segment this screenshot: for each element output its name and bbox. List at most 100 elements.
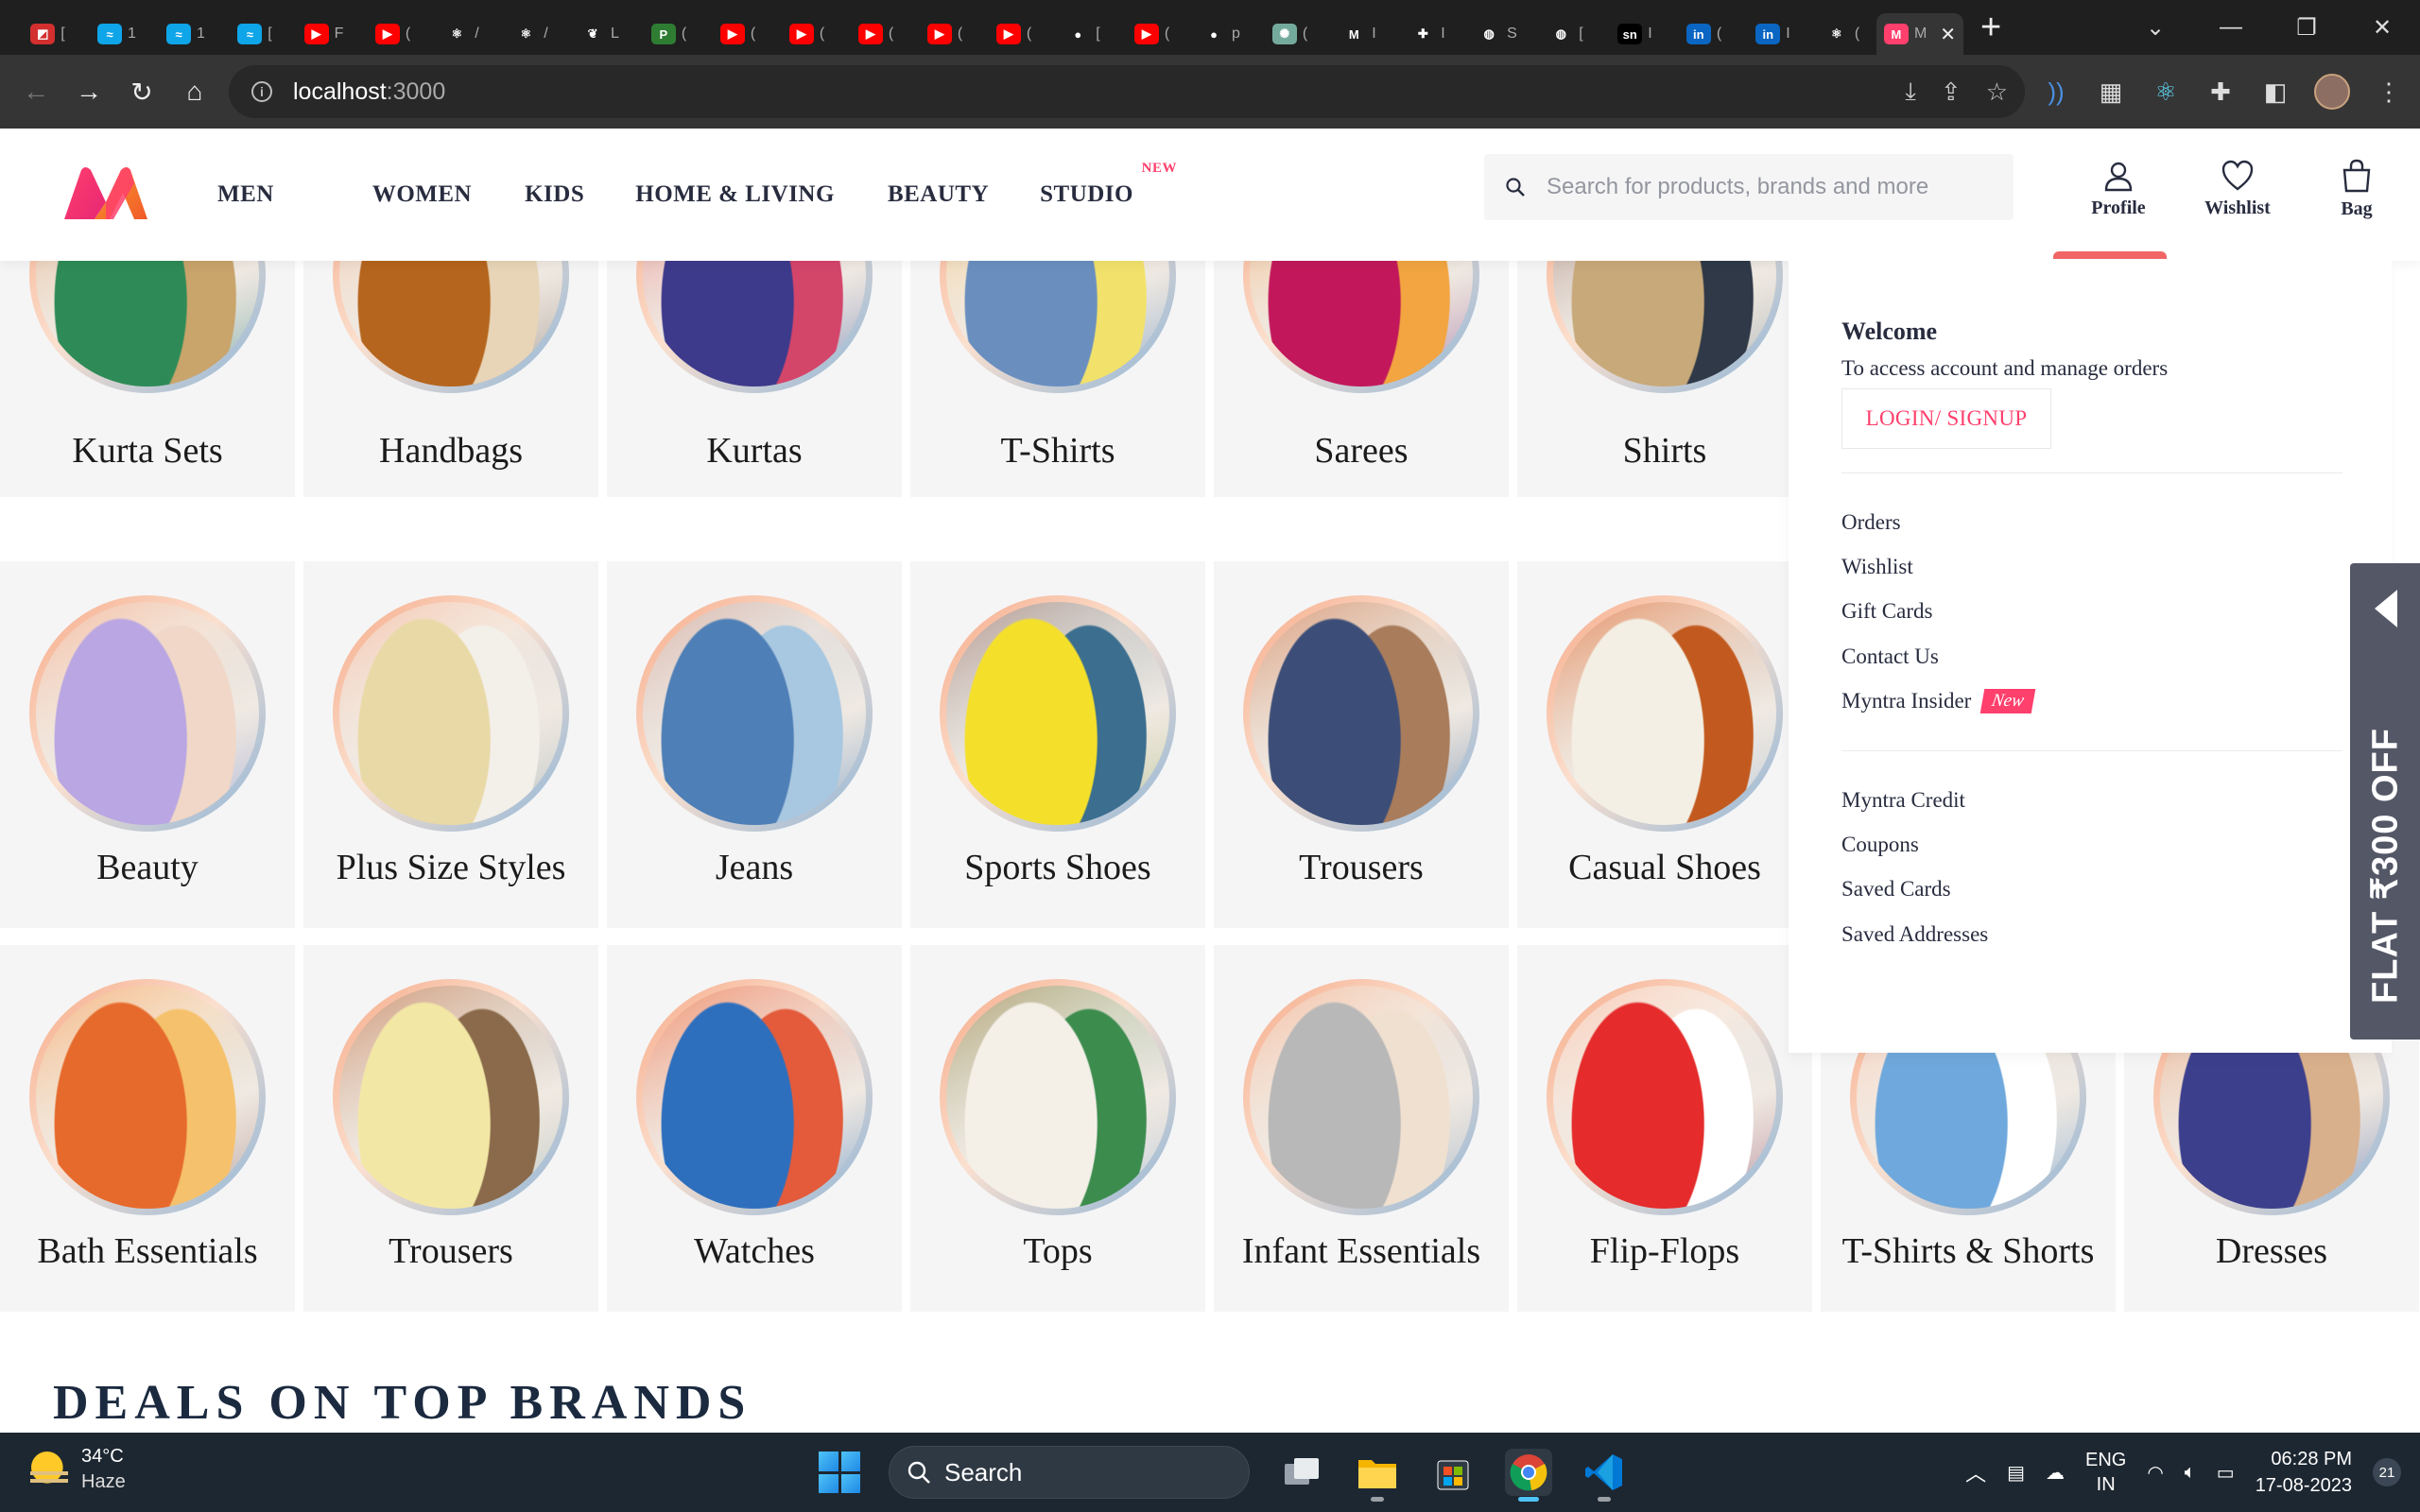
profile-button[interactable]: Profile: [2059, 142, 2178, 236]
category-card[interactable]: Flip-Flops: [1517, 945, 1812, 1312]
reload-button[interactable]: ↻: [115, 77, 168, 108]
volume-icon[interactable]: 🔈︎: [2185, 1462, 2196, 1484]
category-card[interactable]: Plus Size Styles: [303, 561, 598, 928]
notification-count[interactable]: 21: [2373, 1458, 2401, 1486]
browser-tab[interactable]: in I: [1738, 13, 1807, 55]
onedrive-cloud-icon[interactable]: ☁: [2046, 1461, 2065, 1485]
nav-women[interactable]: WOMEN: [372, 181, 472, 208]
close-window-button[interactable]: ✕: [2344, 14, 2420, 42]
category-card[interactable]: Sports Shoes: [910, 561, 1205, 928]
myntra-logo[interactable]: [60, 164, 151, 223]
browser-tab[interactable]: ⚛ /: [427, 13, 496, 55]
browser-tab[interactable]: ≈[: [220, 13, 289, 55]
new-tab-button[interactable]: +: [1980, 9, 2001, 45]
search-bar[interactable]: [1484, 154, 2014, 220]
taskbar-search[interactable]: Search: [889, 1446, 1250, 1499]
menu-item-contact-us[interactable]: Contact Us: [1841, 634, 2033, 679]
category-card[interactable]: Jeans: [607, 561, 902, 928]
share-icon[interactable]: ⇪: [1941, 77, 1962, 107]
browser-tab[interactable]: ▶ F: [289, 13, 358, 55]
home-button[interactable]: ⌂: [168, 77, 221, 107]
nav-studio[interactable]: STUDIO NEW: [1040, 161, 1176, 208]
back-button[interactable]: ←: [9, 77, 62, 107]
side-panel-icon[interactable]: ◧: [2259, 77, 2291, 107]
category-card[interactable]: Bath Essentials: [0, 945, 295, 1312]
vscode-icon[interactable]: [1581, 1449, 1628, 1502]
browser-tab[interactable]: ≈1: [151, 13, 220, 55]
minimize-button[interactable]: —: [2193, 14, 2269, 41]
menu-kebab-icon[interactable]: ⋮: [2373, 77, 2405, 107]
browser-tab[interactable]: ◩[: [13, 13, 82, 55]
menu-item-saved-cards[interactable]: Saved Cards: [1841, 868, 1988, 912]
category-card[interactable]: Watches: [607, 945, 902, 1312]
url-text[interactable]: localhost:3000: [293, 78, 445, 106]
menu-item-wishlist[interactable]: Wishlist: [1841, 544, 2033, 589]
menu-item-saved-addresses[interactable]: Saved Addresses: [1841, 912, 1988, 956]
menu-item-myntra-credit[interactable]: Myntra Credit: [1841, 778, 1988, 822]
browser-tab[interactable]: in (: [1669, 13, 1738, 55]
clock[interactable]: 06:28 PM 17-08-2023: [2256, 1446, 2352, 1499]
read-aloud-extension-icon[interactable]: )): [2040, 77, 2072, 107]
browser-tab[interactable]: ⚛(: [1807, 13, 1876, 55]
restore-button[interactable]: ❐: [2269, 14, 2344, 42]
site-info-icon[interactable]: i: [251, 81, 272, 102]
react-devtools-icon[interactable]: ⚛: [2150, 77, 2182, 107]
browser-tab[interactable]: ▶(: [841, 13, 910, 55]
nav-men[interactable]: MEN: [217, 181, 274, 208]
category-card[interactable]: Tops: [910, 945, 1205, 1312]
microsoft-store-icon[interactable]: [1429, 1449, 1477, 1496]
wishlist-button[interactable]: Wishlist: [2178, 142, 2297, 236]
windows-start-icon[interactable]: [819, 1452, 860, 1493]
category-card[interactable]: Beauty: [0, 561, 295, 928]
extension-icon[interactable]: ▦: [2095, 77, 2127, 107]
browser-tab[interactable]: ◍[: [1531, 13, 1600, 55]
menu-item-myntra-insider[interactable]: Myntra Insider New: [1841, 679, 2036, 723]
install-app-icon[interactable]: ⤓: [1905, 77, 1916, 107]
browser-tab[interactable]: ● p: [1186, 13, 1255, 55]
battery-icon[interactable]: ▭: [2217, 1461, 2235, 1485]
browser-tab[interactable]: ≈1: [82, 13, 151, 55]
browser-tab[interactable]: P(: [634, 13, 703, 55]
browser-tab[interactable]: ▶(: [772, 13, 841, 55]
browser-tab[interactable]: ●[: [1048, 13, 1117, 55]
browser-tab[interactable]: ▶(: [1117, 13, 1186, 55]
weather-widget[interactable]: 34°C Haze: [28, 1446, 126, 1493]
file-explorer-icon[interactable]: [1354, 1449, 1401, 1502]
clipboard-icon[interactable]: ▤: [2007, 1461, 2025, 1485]
close-tab-icon[interactable]: ✕: [1940, 23, 1956, 46]
browser-tab[interactable]: ⚛ /: [496, 13, 565, 55]
browser-tab[interactable]: ❦ L: [565, 13, 634, 55]
address-bar[interactable]: i localhost:3000 ⤓ ⇪ ☆: [229, 65, 2025, 118]
browser-tab[interactable]: MI: [1324, 13, 1393, 55]
category-card[interactable]: Casual Shoes: [1517, 561, 1812, 928]
browser-tab[interactable]: ▶(: [703, 13, 772, 55]
menu-item-gift-cards[interactable]: Gift Cards: [1841, 590, 2033, 634]
category-card[interactable]: Infant Essentials: [1214, 945, 1509, 1312]
category-card[interactable]: Trousers: [303, 945, 598, 1312]
bag-button[interactable]: Bag: [2297, 142, 2416, 236]
bookmark-star-icon[interactable]: ☆: [1986, 77, 2008, 107]
profile-avatar[interactable]: [2314, 74, 2350, 110]
category-card[interactable]: Trousers: [1214, 561, 1509, 928]
language-indicator[interactable]: ENG IN: [2085, 1448, 2126, 1497]
wifi-icon[interactable]: ◠: [2147, 1461, 2163, 1485]
browser-tab[interactable]: ◍ S: [1462, 13, 1531, 55]
menu-item-orders[interactable]: Orders: [1841, 500, 2033, 544]
extensions-puzzle-icon[interactable]: ✚: [2204, 77, 2237, 107]
chrome-icon[interactable]: [1505, 1449, 1552, 1502]
tab-search-icon[interactable]: ⌄: [2118, 14, 2193, 42]
search-icon[interactable]: [1484, 154, 1547, 220]
forward-button[interactable]: →: [62, 77, 115, 107]
browser-tab[interactable]: ▶(: [979, 13, 1048, 55]
nav-home-living[interactable]: HOME & LIVING: [635, 181, 835, 208]
browser-tab[interactable]: sn I: [1600, 13, 1669, 55]
login-signup-button[interactable]: LOGIN/ SIGNUP: [1841, 388, 2051, 449]
browser-tab[interactable]: ▶(: [910, 13, 979, 55]
browser-tab[interactable]: ✚ I: [1393, 13, 1462, 55]
search-input[interactable]: [1547, 174, 2000, 200]
nav-beauty[interactable]: BEAUTY: [888, 181, 989, 208]
menu-item-coupons[interactable]: Coupons: [1841, 822, 1988, 867]
browser-tab[interactable]: ✺(: [1255, 13, 1324, 55]
task-view-icon[interactable]: [1278, 1449, 1325, 1496]
chevron-up-icon[interactable]: ︿: [1965, 1457, 1986, 1487]
